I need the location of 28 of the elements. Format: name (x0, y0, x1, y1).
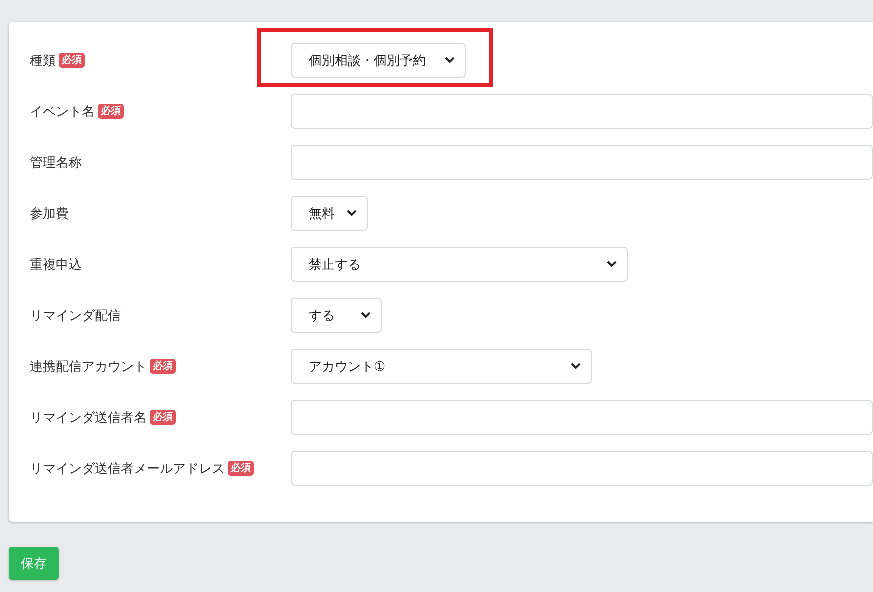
required-badge: 必須 (228, 461, 254, 476)
input-field[interactable] (291, 400, 873, 435)
select-dropdown[interactable]: アカウント① (291, 349, 592, 384)
field-label: 種類 (30, 52, 56, 70)
chevron-down-icon (347, 210, 357, 217)
input-field[interactable] (291, 145, 873, 180)
select-dropdown[interactable]: する (291, 298, 382, 333)
required-badge: 必須 (150, 410, 176, 425)
required-badge: 必須 (59, 53, 85, 68)
required-badge: 必須 (98, 104, 124, 119)
required-badge: 必須 (150, 359, 176, 374)
select-dropdown[interactable]: 個別相談・個別予約 (291, 43, 466, 78)
select-dropdown[interactable]: 禁止する (291, 247, 628, 282)
field-label: 参加費 (30, 206, 69, 222)
field-label: リマインダ配信 (30, 308, 121, 324)
chevron-down-icon (361, 312, 371, 319)
chevron-down-icon (445, 57, 455, 64)
input-field[interactable] (291, 451, 873, 486)
chevron-down-icon (607, 261, 617, 268)
field-label: リマインダ送信者名 (30, 410, 147, 426)
field-label: 連携配信アカウント (30, 358, 147, 376)
field-label: 重複申込 (30, 256, 82, 274)
field-label: イベント名 (30, 104, 95, 120)
select-dropdown[interactable]: 無料 (291, 196, 368, 231)
field-label: 管理名称 (30, 154, 82, 172)
chevron-down-icon (571, 363, 581, 370)
field-label: リマインダ送信者メールアドレス (30, 460, 225, 478)
input-field[interactable] (291, 94, 873, 129)
